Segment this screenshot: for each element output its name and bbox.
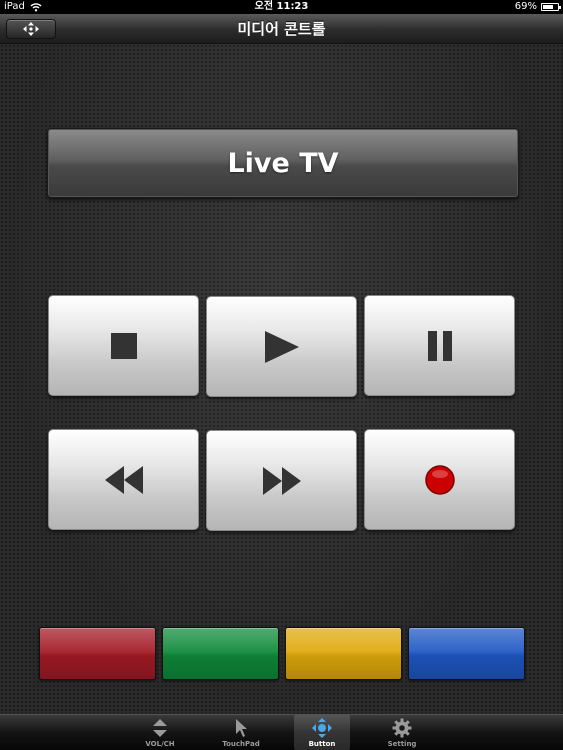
tab-label: VOL/CH xyxy=(145,740,175,748)
pause-icon xyxy=(427,330,452,361)
fast-forward-icon xyxy=(262,466,301,495)
status-time: 오전 11:23 xyxy=(254,1,309,12)
dpad-icon xyxy=(312,718,332,738)
green-button[interactable] xyxy=(162,627,279,680)
fast-forward-button[interactable] xyxy=(206,430,357,531)
play-button[interactable] xyxy=(206,296,357,397)
vol-ch-icon xyxy=(153,719,167,737)
yellow-button[interactable] xyxy=(285,627,402,680)
play-icon xyxy=(264,330,299,363)
rewind-icon xyxy=(104,465,143,494)
gear-icon xyxy=(392,718,412,738)
tab-button[interactable]: Button xyxy=(294,715,350,750)
battery-percent: 69% xyxy=(514,1,537,12)
stop-button[interactable] xyxy=(48,295,199,396)
red-button[interactable] xyxy=(39,627,156,680)
page-title: 미디어 콘트롤 xyxy=(237,20,326,38)
media-control-panel: Live TV xyxy=(0,44,563,714)
tab-vol-ch[interactable]: VOL/CH xyxy=(132,715,188,750)
tab-label: Setting xyxy=(387,740,417,748)
pause-button[interactable] xyxy=(364,295,515,396)
tab-bar: VOL/CH TouchPad Button Setting xyxy=(0,714,563,750)
battery-icon xyxy=(541,3,561,11)
record-icon xyxy=(424,464,455,495)
blue-button[interactable] xyxy=(408,627,525,680)
status-bar: iPad 오전 11:23 69% xyxy=(0,0,563,14)
live-tv-button[interactable]: Live TV xyxy=(47,128,519,198)
tab-setting[interactable]: Setting xyxy=(374,715,430,750)
record-button[interactable] xyxy=(364,429,515,530)
stop-icon xyxy=(110,332,137,359)
status-right: 69% xyxy=(514,0,561,14)
tab-label: TouchPad xyxy=(222,740,260,748)
rewind-button[interactable] xyxy=(48,429,199,530)
tab-touchpad[interactable]: TouchPad xyxy=(213,715,269,750)
pointer-icon xyxy=(236,719,247,737)
tab-label: Button xyxy=(308,740,336,748)
nav-bar: 미디어 콘트롤 xyxy=(0,14,563,44)
